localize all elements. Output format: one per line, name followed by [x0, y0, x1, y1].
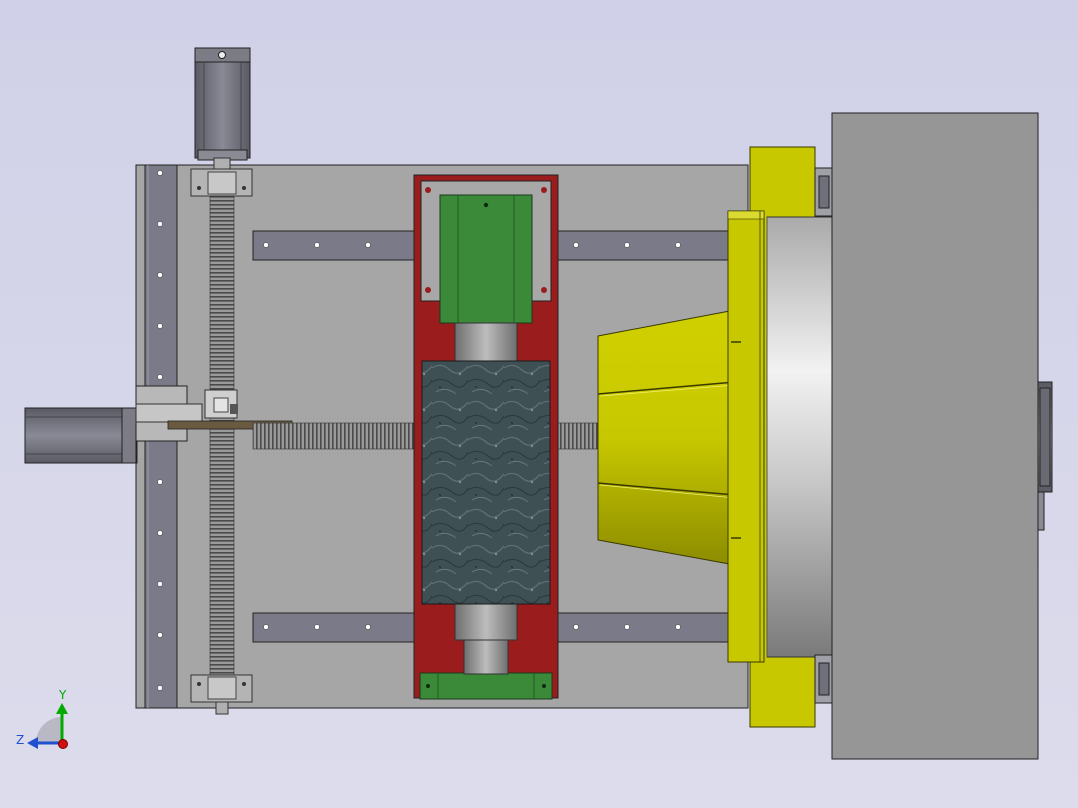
lower-bearing-block[interactable] — [190, 674, 253, 703]
lower-spindle-shaft[interactable] — [454, 603, 518, 641]
upper-bearing-block[interactable] — [190, 168, 253, 197]
cad-viewport[interactable]: Y Z — [0, 0, 1078, 808]
top-servo-motor[interactable] — [194, 47, 251, 170]
lower-clamp[interactable] — [814, 654, 834, 704]
y-axis-arrow — [56, 703, 68, 714]
upper-spindle-shaft[interactable] — [454, 322, 518, 362]
headstock-housing[interactable] — [831, 112, 1039, 760]
x-axis-dot — [58, 739, 68, 749]
assembly-view[interactable] — [0, 0, 1078, 808]
upper-linear-block[interactable] — [439, 194, 533, 324]
z-axis-label: Z — [16, 733, 25, 747]
lower-linear-block[interactable] — [419, 672, 553, 700]
upper-clamp[interactable] — [814, 167, 834, 217]
z-axis-arrow — [27, 737, 38, 749]
lower-spindle-collar[interactable] — [463, 639, 509, 675]
y-axis-label: Y — [59, 688, 67, 702]
headstock-side-motor[interactable] — [1037, 381, 1053, 531]
cone-collet[interactable] — [597, 309, 736, 566]
grinding-wheel[interactable] — [421, 360, 551, 605]
vertical-ball-screw[interactable] — [209, 194, 235, 715]
axis-triad — [27, 703, 68, 749]
rotary-disc[interactable] — [766, 216, 834, 658]
left-servo-motor[interactable] — [24, 407, 138, 464]
